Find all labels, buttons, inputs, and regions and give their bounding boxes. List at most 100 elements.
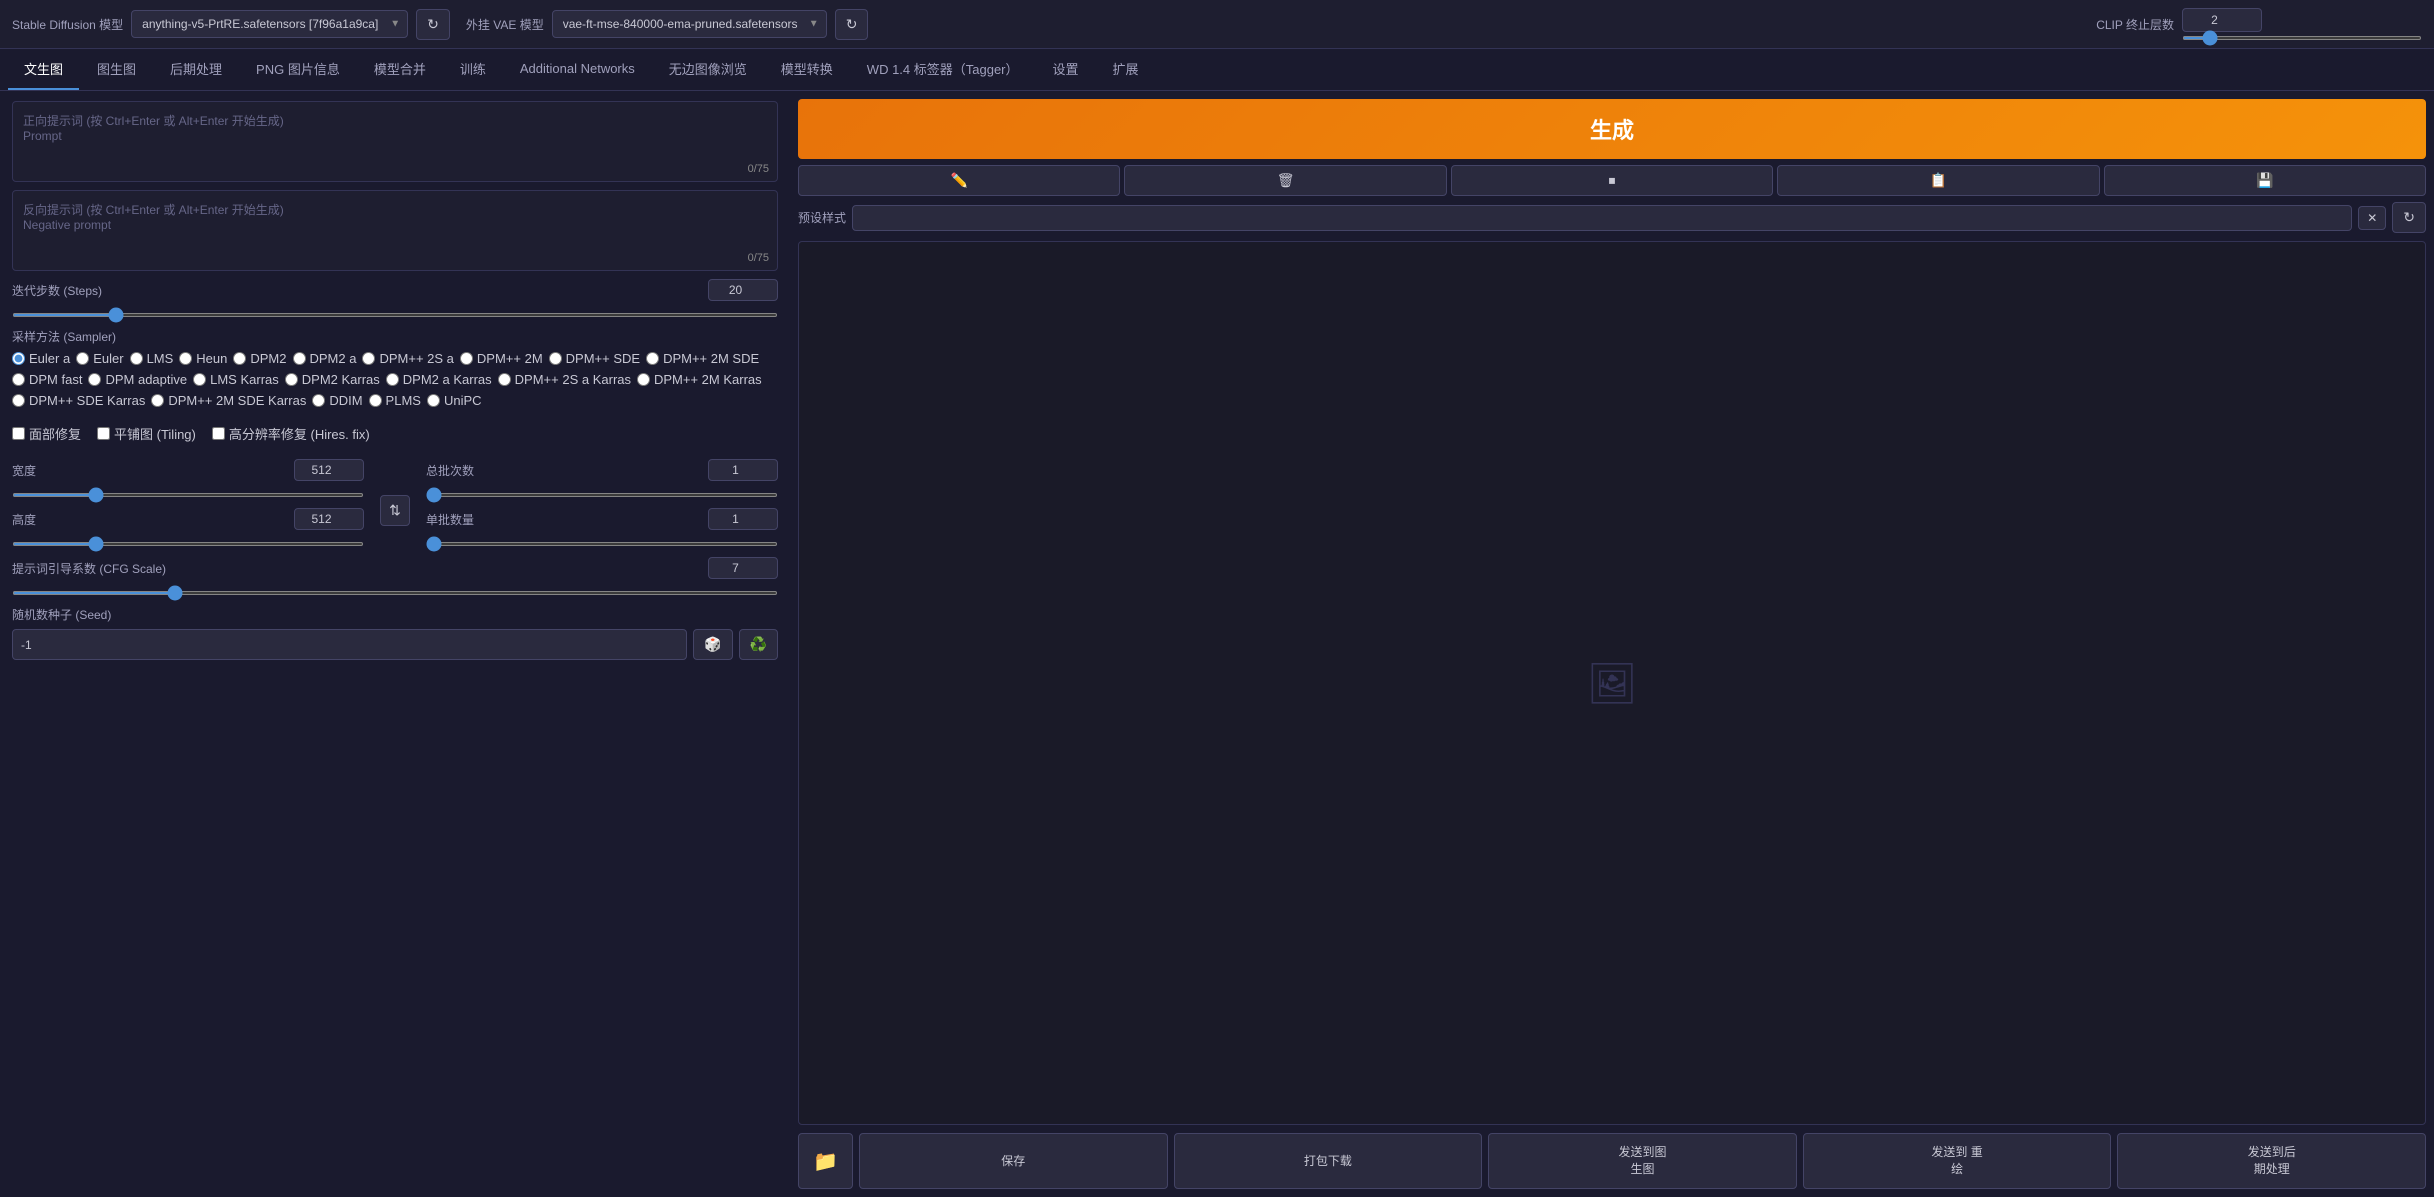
sd-model-select-wrapper: anything-v5-PrtRE.safetensors [7f96a1a9c… (131, 10, 408, 38)
tabs-bar: 文生图 图生图 后期处理 PNG 图片信息 模型合并 训练 Additional… (0, 49, 2434, 91)
image-preview-icon: 🖼 (1587, 660, 1638, 707)
sampler-dpm2[interactable]: DPM2 (233, 351, 286, 366)
cfg-scale-input[interactable] (708, 557, 778, 579)
sampler-lmskarras[interactable]: LMS Karras (193, 372, 279, 387)
sampler-dpm2karras[interactable]: DPM2 Karras (285, 372, 380, 387)
sampler-dpmpp2m[interactable]: DPM++ 2M (460, 351, 543, 366)
left-panel: 0/75 0/75 迭代步数 (Steps) 采样方法 (Sampler) Eu… (0, 91, 790, 1197)
sampler-radio-group: Euler a Euler LMS Heun DPM2 DPM2 a DPM++… (12, 351, 778, 408)
sampler-unipc[interactable]: UniPC (427, 393, 482, 408)
tab-train[interactable]: 训练 (444, 49, 502, 90)
vae-model-select[interactable]: vae-ft-mse-840000-ema-pruned.safetensors (552, 10, 827, 38)
pencil-tool-btn[interactable]: ✏️ (798, 165, 1120, 196)
hires-fix-input[interactable] (212, 427, 225, 440)
sd-model-label: Stable Diffusion 模型 (12, 16, 123, 33)
sampler-dpmpp2msde[interactable]: DPM++ 2M SDE (646, 351, 759, 366)
vae-model-refresh-btn[interactable]: ↻ (835, 9, 869, 40)
tab-infiniteimagegrid[interactable]: 无边图像浏览 (653, 49, 763, 90)
swap-dimensions-btn[interactable]: ⇅ (380, 495, 410, 526)
top-bar: Stable Diffusion 模型 anything-v5-PrtRE.sa… (0, 0, 2434, 49)
tab-txt2img[interactable]: 文生图 (8, 49, 79, 90)
clip-slider[interactable] (2182, 36, 2422, 40)
send-postprocess-btn[interactable]: 发送到后期处理 (2117, 1133, 2426, 1189)
tab-additionalnetworks[interactable]: Additional Networks (504, 51, 651, 88)
cfg-scale-slider[interactable] (12, 591, 778, 595)
sampler-dpmpp2msdekarras[interactable]: DPM++ 2M SDE Karras (151, 393, 306, 408)
sampler-plms[interactable]: PLMS (369, 393, 421, 408)
send-inpaint-btn[interactable]: 发送到 重绘 (1803, 1133, 2112, 1189)
style-select-wrapper (852, 205, 2352, 231)
style-refresh-btn[interactable]: ↻ (2392, 202, 2426, 233)
save-tool-btn[interactable]: 💾 (2104, 165, 2426, 196)
positive-prompt-container: 0/75 (12, 101, 778, 182)
total-batches-label: 总批次数 (426, 462, 474, 479)
sampler-heun[interactable]: Heun (179, 351, 227, 366)
negative-prompt-input[interactable] (13, 191, 777, 267)
batch-col: 总批次数 单批数量 (426, 459, 778, 549)
clip-section: CLIP 终止层数 (2096, 8, 2422, 40)
style-clear-btn[interactable]: ✕ (2358, 206, 2386, 230)
sampler-euler-a[interactable]: Euler a (12, 351, 70, 366)
positive-prompt-counter: 0/75 (748, 163, 769, 175)
swap-btn-container: ⇅ (374, 459, 416, 526)
save-btn[interactable]: 保存 (859, 1133, 1168, 1189)
seed-recycle-btn[interactable]: ♻️ (739, 629, 778, 660)
face-restore-input[interactable] (12, 427, 25, 440)
tab-tagger[interactable]: WD 1.4 标签器（Tagger） (851, 49, 1035, 90)
steps-value-input[interactable] (708, 279, 778, 301)
tab-extensions[interactable]: 扩展 (1097, 49, 1155, 90)
send-txt2img-btn[interactable]: 发送到图生图 (1488, 1133, 1797, 1189)
batch-size-slider[interactable] (426, 542, 778, 546)
style-preset-section: 预设样式 ✕ ↻ (798, 202, 2426, 233)
sampler-lms[interactable]: LMS (130, 351, 174, 366)
tab-pnginfo[interactable]: PNG 图片信息 (240, 49, 356, 90)
copy-tool-btn[interactable]: 📋 (1777, 165, 2099, 196)
clip-value-input[interactable] (2182, 8, 2262, 32)
tab-postprocessing[interactable]: 后期处理 (154, 49, 238, 90)
seed-random-btn[interactable]: 🎲 (693, 629, 732, 660)
sampler-dpmppsdekarras[interactable]: DPM++ SDE Karras (12, 393, 145, 408)
sampler-dpmpp2sakarras[interactable]: DPM++ 2S a Karras (498, 372, 631, 387)
sampler-dpm2a[interactable]: DPM2 a (293, 351, 357, 366)
sampler-dpmppsde[interactable]: DPM++ SDE (549, 351, 640, 366)
style-preset-input[interactable] (852, 205, 2352, 231)
tab-modelmerge[interactable]: 模型合并 (358, 49, 442, 90)
sampler-ddim[interactable]: DDIM (312, 393, 362, 408)
generate-btn[interactable]: 生成 (798, 99, 2426, 159)
sampler-dpmpp2mkarras[interactable]: DPM++ 2M Karras (637, 372, 762, 387)
tab-img2img[interactable]: 图生图 (81, 49, 152, 90)
batch-size-input[interactable] (708, 508, 778, 530)
open-folder-btn[interactable]: 📁 (798, 1133, 853, 1189)
trash-tool-btn[interactable]: 🗑 (1124, 165, 1446, 196)
sampler-dpmadaptive[interactable]: DPM adaptive (88, 372, 187, 387)
sampler-dpmfast[interactable]: DPM fast (12, 372, 82, 387)
action-btns-row: 📁 保存 打包下载 发送到图生图 发送到 重绘 发送到后期处理 (798, 1133, 2426, 1189)
sd-model-select[interactable]: anything-v5-PrtRE.safetensors [7f96a1a9c… (131, 10, 408, 38)
width-slider[interactable] (12, 493, 364, 497)
steps-slider[interactable] (12, 313, 778, 317)
seed-value-input[interactable] (12, 629, 687, 660)
sampler-euler[interactable]: Euler (76, 351, 123, 366)
vae-model-section: 外挂 VAE 模型 vae-ft-mse-840000-ema-pruned.s… (466, 9, 869, 40)
steps-label: 迭代步数 (Steps) (12, 282, 172, 299)
total-batches-slider[interactable] (426, 493, 778, 497)
tab-modelconverter[interactable]: 模型转换 (765, 49, 849, 90)
sampler-dpm2akarras[interactable]: DPM2 a Karras (386, 372, 492, 387)
height-value-input[interactable] (294, 508, 364, 530)
total-batches-input[interactable] (708, 459, 778, 481)
positive-prompt-input[interactable] (13, 102, 777, 178)
tab-settings[interactable]: 设置 (1037, 49, 1095, 90)
tiling-checkbox[interactable]: 平铺图 (Tiling) (97, 424, 196, 443)
seed-label: 随机数种子 (Seed) (12, 608, 111, 622)
sd-model-section: Stable Diffusion 模型 anything-v5-PrtRE.sa… (12, 9, 450, 40)
width-value-input[interactable] (294, 459, 364, 481)
hires-fix-checkbox[interactable]: 高分辨率修复 (Hires. fix) (212, 424, 370, 443)
sampler-dpmpp2sa[interactable]: DPM++ 2S a (362, 351, 453, 366)
height-slider[interactable] (12, 542, 364, 546)
face-restore-checkbox[interactable]: 面部修复 (12, 424, 81, 443)
zip-download-btn[interactable]: 打包下载 (1174, 1133, 1483, 1189)
stop-tool-btn[interactable]: ⏹ (1451, 165, 1773, 196)
tiling-input[interactable] (97, 427, 110, 440)
sd-model-refresh-btn[interactable]: ↻ (416, 9, 450, 40)
width-label: 宽度 (12, 462, 36, 479)
